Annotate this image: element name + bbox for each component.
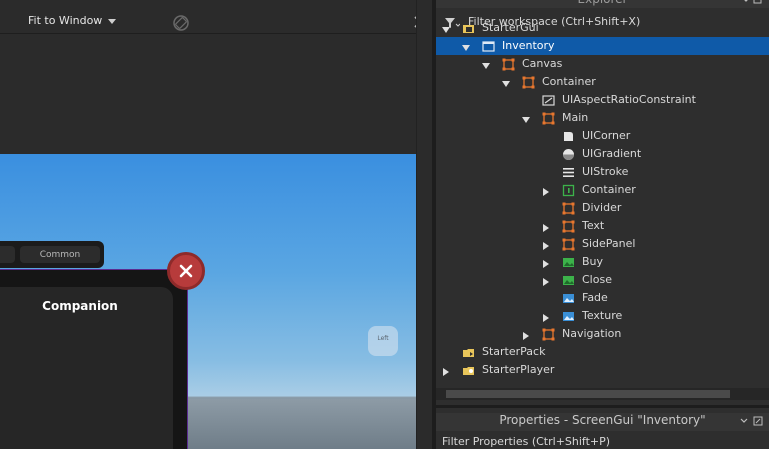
explorer-item-label: StarterPlayer <box>482 363 555 376</box>
explorer-item-starterplayer[interactable]: StarterPlayer <box>436 361 769 379</box>
chevron-down-icon[interactable] <box>462 42 470 51</box>
explorer-item-container[interactable]: Container <box>436 181 769 199</box>
chevron-right-icon[interactable] <box>542 186 550 196</box>
chevron-down-icon[interactable] <box>502 78 510 87</box>
chevron-down-icon[interactable] <box>522 114 530 123</box>
explorer-item-label: Inventory <box>502 39 555 52</box>
properties-filter-input[interactable]: Filter Properties (Ctrl+Shift+P) <box>442 435 610 448</box>
frame-icon <box>502 58 515 71</box>
gizmo-label: Left <box>377 335 389 342</box>
explorer-item-uicorner[interactable]: UICorner <box>436 127 769 145</box>
uicorner-icon <box>562 130 575 143</box>
imagelabel-icon <box>562 310 575 323</box>
viewport-right-gutter <box>416 0 432 449</box>
chevron-right-icon[interactable] <box>542 276 550 286</box>
explorer-item-close[interactable]: Close <box>436 271 769 289</box>
inventory-close-button[interactable] <box>167 252 205 290</box>
explorer-item-label: UIAspectRatioConstraint <box>562 93 696 106</box>
frame-icon <box>562 238 575 251</box>
explorer-item-label: Texture <box>582 309 623 322</box>
close-icon <box>179 264 193 278</box>
imagebutton-icon <box>562 274 575 287</box>
chevron-down-icon <box>108 18 117 24</box>
tab-common[interactable]: Common <box>20 246 100 263</box>
explorer-item-container[interactable]: Container <box>436 73 769 91</box>
frame-icon <box>522 76 535 89</box>
aspectratio-icon <box>542 94 555 107</box>
explorer-item-main[interactable]: Main <box>436 109 769 127</box>
explorer-item-uiaspectratioconstraint[interactable]: UIAspectRatioConstraint <box>436 91 769 109</box>
chevron-right-icon[interactable] <box>522 330 530 340</box>
frame-icon <box>562 220 575 233</box>
explorer-item-divider[interactable]: Divider <box>436 199 769 217</box>
chevron-down-icon[interactable] <box>482 60 490 69</box>
explorer-item-label: UICorner <box>582 129 631 142</box>
properties-pane: Properties - ScreenGui "Inventory" Filte… <box>436 405 769 449</box>
explorer-item-label: Navigation <box>562 327 622 340</box>
explorer-item-startergui[interactable]: StarterGui <box>436 19 769 37</box>
imagelabel-icon <box>562 292 575 305</box>
frame-icon <box>562 202 575 215</box>
explorer-item-label: StarterGui <box>482 21 539 34</box>
explorer-item-uistroke[interactable]: UIStroke <box>436 163 769 181</box>
panel-title: Companion <box>42 299 118 313</box>
explorer-pane: Explorer Filter workspace (Ctrl+Shift+X)… <box>436 0 769 405</box>
explorer-item-label: Container <box>582 183 636 196</box>
explorer-item-starterpack[interactable]: StarterPack <box>436 343 769 361</box>
explorer-item-label: Canvas <box>522 57 563 70</box>
startergui-icon <box>462 22 475 35</box>
explorer-item-label: SidePanel <box>582 237 636 250</box>
chevron-right-icon[interactable] <box>542 240 550 250</box>
explorer-item-label: Main <box>562 111 589 124</box>
explorer-title: Explorer <box>436 0 769 8</box>
viewport-toolbar: Fit to Window <box>0 11 432 33</box>
explorer-item-label: Close <box>582 273 612 286</box>
chevron-right-icon[interactable] <box>542 258 550 268</box>
explorer-header-icons[interactable] <box>741 0 763 8</box>
scrollingframe-icon <box>562 184 575 197</box>
uistroke-icon <box>562 166 575 179</box>
properties-title: Properties - ScreenGui "Inventory" <box>436 413 769 431</box>
explorer-item-fade[interactable]: Fade <box>436 289 769 307</box>
explorer-item-texture[interactable]: Texture <box>436 307 769 325</box>
toolbar-divider <box>0 33 432 34</box>
orientation-gizmo[interactable]: Left <box>368 326 398 356</box>
explorer-item-text[interactable]: Text <box>436 217 769 235</box>
explorer-item-canvas[interactable]: Canvas <box>436 55 769 73</box>
explorer-item-label: Divider <box>582 201 622 214</box>
tab-common-label: Common <box>39 249 81 260</box>
explorer-item-sidepanel[interactable]: SidePanel <box>436 235 769 253</box>
frame-icon <box>542 328 555 341</box>
chevron-right-icon[interactable] <box>542 312 550 322</box>
chevron-right-icon[interactable] <box>542 222 550 232</box>
imagebutton-icon <box>562 256 575 269</box>
zoom-label: Fit to Window <box>28 14 103 27</box>
uigradient-icon <box>562 148 575 161</box>
starterpack-icon <box>462 346 475 359</box>
explorer-item-label: Container <box>542 75 596 88</box>
explorer-item-inventory[interactable]: Inventory <box>436 37 769 55</box>
explorer-item-uigradient[interactable]: UIGradient <box>436 145 769 163</box>
rotate-device-icon[interactable] <box>172 14 190 32</box>
explorer-item-label: UIStroke <box>582 165 629 178</box>
tab-previous[interactable] <box>0 246 15 263</box>
explorer-item-label: StarterPack <box>482 345 546 358</box>
explorer-item-label: Text <box>582 219 605 232</box>
viewport-pane: Fit to Window Left Common Companion <box>0 0 432 449</box>
explorer-item-navigation[interactable]: Navigation <box>436 325 769 343</box>
screengui-icon <box>482 40 495 53</box>
properties-header-icons[interactable] <box>739 415 765 429</box>
explorer-item-buy[interactable]: Buy <box>436 253 769 271</box>
starterplayer-icon <box>462 364 475 377</box>
zoom-dropdown[interactable]: Fit to Window <box>28 14 117 27</box>
scrollbar-thumb[interactable] <box>446 390 730 398</box>
chevron-down-icon[interactable] <box>442 24 450 33</box>
explorer-item-label: Buy <box>582 255 604 268</box>
chevron-right-icon[interactable] <box>442 366 450 376</box>
frame-icon <box>542 112 555 125</box>
horizontal-scrollbar[interactable] <box>436 388 769 400</box>
explorer-item-label: UIGradient <box>582 147 642 160</box>
explorer-item-label: Fade <box>582 291 608 304</box>
